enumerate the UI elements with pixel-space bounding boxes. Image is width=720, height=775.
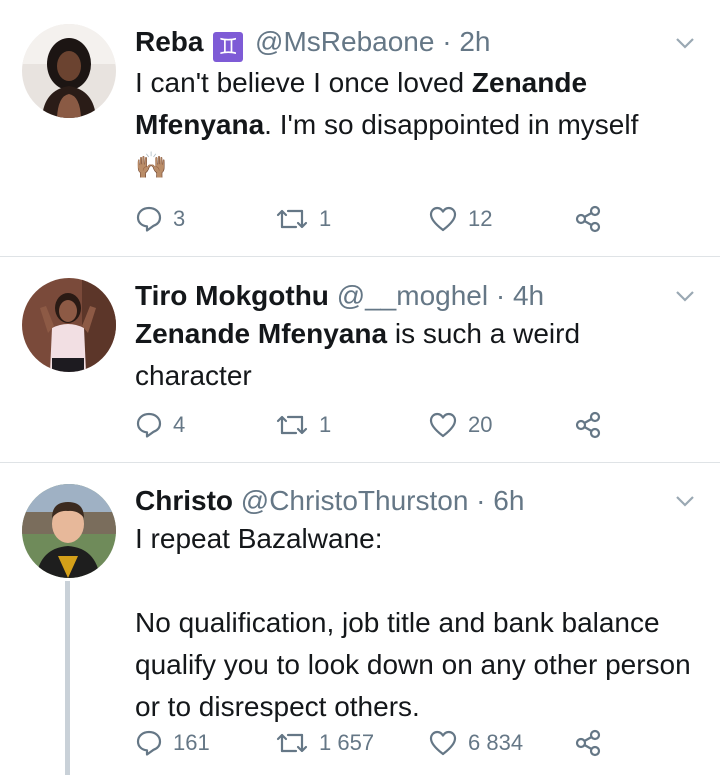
tweet-text: I can't believe I once loved Zenande Mfe…	[135, 62, 705, 184]
tweet-header: Christo @ChristoThurston · 6h	[135, 484, 524, 518]
like-count: 20	[468, 412, 493, 437]
like-count: 12	[468, 206, 493, 231]
avatar[interactable]	[22, 278, 116, 372]
reply-button[interactable]: 4	[135, 409, 185, 441]
heart-icon	[429, 730, 457, 756]
tweet-text-paragraph: No qualification, job title and bank bal…	[135, 607, 691, 722]
tweet-header: Reba ♊ @MsRebaone · 2h	[135, 25, 490, 62]
like-button[interactable]: 20	[428, 409, 492, 441]
avatar[interactable]	[22, 484, 116, 578]
display-name[interactable]: Reba	[135, 26, 203, 57]
gemini-badge: ♊	[213, 32, 244, 62]
retweet-icon	[276, 415, 308, 435]
tweet-text-line: I repeat Bazalwane:	[135, 523, 383, 554]
separator: ·	[476, 485, 486, 516]
chevron-down-icon[interactable]	[674, 285, 696, 307]
retweet-button[interactable]: 1 657	[275, 727, 374, 759]
username[interactable]: @MsRebaone	[255, 26, 434, 57]
tweet[interactable]: Christo @ChristoThurston · 6h I repeat B…	[0, 463, 720, 775]
timestamp[interactable]: 6h	[493, 485, 524, 516]
retweet-count: 1	[319, 206, 332, 231]
heart-icon	[429, 206, 457, 232]
reply-count: 161	[173, 730, 210, 755]
tweet-actions: 3 1 12	[135, 203, 615, 235]
timestamp[interactable]: 4h	[513, 280, 544, 311]
tweet-actions: 4 1 20	[135, 409, 615, 441]
retweet-icon	[276, 733, 308, 753]
like-button[interactable]: 12	[428, 203, 492, 235]
retweet-count: 1	[319, 412, 332, 437]
like-button[interactable]: 6 834	[428, 727, 523, 759]
display-name[interactable]: Christo	[135, 485, 233, 516]
reply-button[interactable]: 3	[135, 203, 185, 235]
share-button[interactable]	[573, 203, 603, 235]
separator: ·	[495, 280, 506, 311]
share-icon	[575, 205, 601, 233]
tweet-header: Tiro Mokgothu @__moghel · 4h	[135, 279, 544, 313]
retweet-button[interactable]: 1	[275, 409, 331, 441]
tweet-actions: 161 1 657 6 834	[135, 727, 615, 759]
separator: ·	[442, 26, 452, 57]
tweet-text-part: I can't believe I once loved	[135, 67, 472, 98]
mention-text: Zenande Mfenyana	[135, 318, 388, 349]
chevron-down-icon[interactable]	[674, 32, 696, 54]
retweet-count: 1 657	[319, 730, 375, 755]
timestamp[interactable]: 2h	[459, 26, 490, 57]
reply-button[interactable]: 161	[135, 727, 210, 759]
heart-icon	[429, 412, 457, 438]
share-button[interactable]	[573, 727, 603, 759]
display-name[interactable]: Tiro Mokgothu	[135, 280, 329, 311]
reply-icon	[136, 412, 162, 438]
tweet-text: I repeat Bazalwane: No qualification, jo…	[135, 518, 705, 728]
share-button[interactable]	[573, 409, 603, 441]
retweet-button[interactable]: 1	[275, 203, 331, 235]
emoji: 🙌🏽	[135, 150, 168, 180]
tweet[interactable]: Reba ♊ @MsRebaone · 2h I can't believe I…	[0, 0, 720, 257]
tweet-text-part: . I'm so disappointed in myself	[264, 109, 639, 140]
username[interactable]: @__moghel	[337, 280, 488, 311]
avatar[interactable]	[22, 24, 116, 118]
share-icon	[575, 729, 601, 757]
tweet[interactable]: Tiro Mokgothu @__moghel · 4h Zenande Mfe…	[0, 257, 720, 463]
share-icon	[575, 411, 601, 439]
thread-line	[65, 581, 70, 775]
reply-icon	[136, 730, 162, 756]
reply-count: 3	[173, 206, 186, 231]
retweet-icon	[276, 209, 308, 229]
chevron-down-icon[interactable]	[674, 490, 696, 512]
reply-count: 4	[173, 412, 186, 437]
like-count: 6 834	[468, 730, 524, 755]
tweet-text: Zenande Mfenyana is such a weird charact…	[135, 313, 615, 397]
username[interactable]: @ChristoThurston	[241, 485, 469, 516]
reply-icon	[136, 206, 162, 232]
